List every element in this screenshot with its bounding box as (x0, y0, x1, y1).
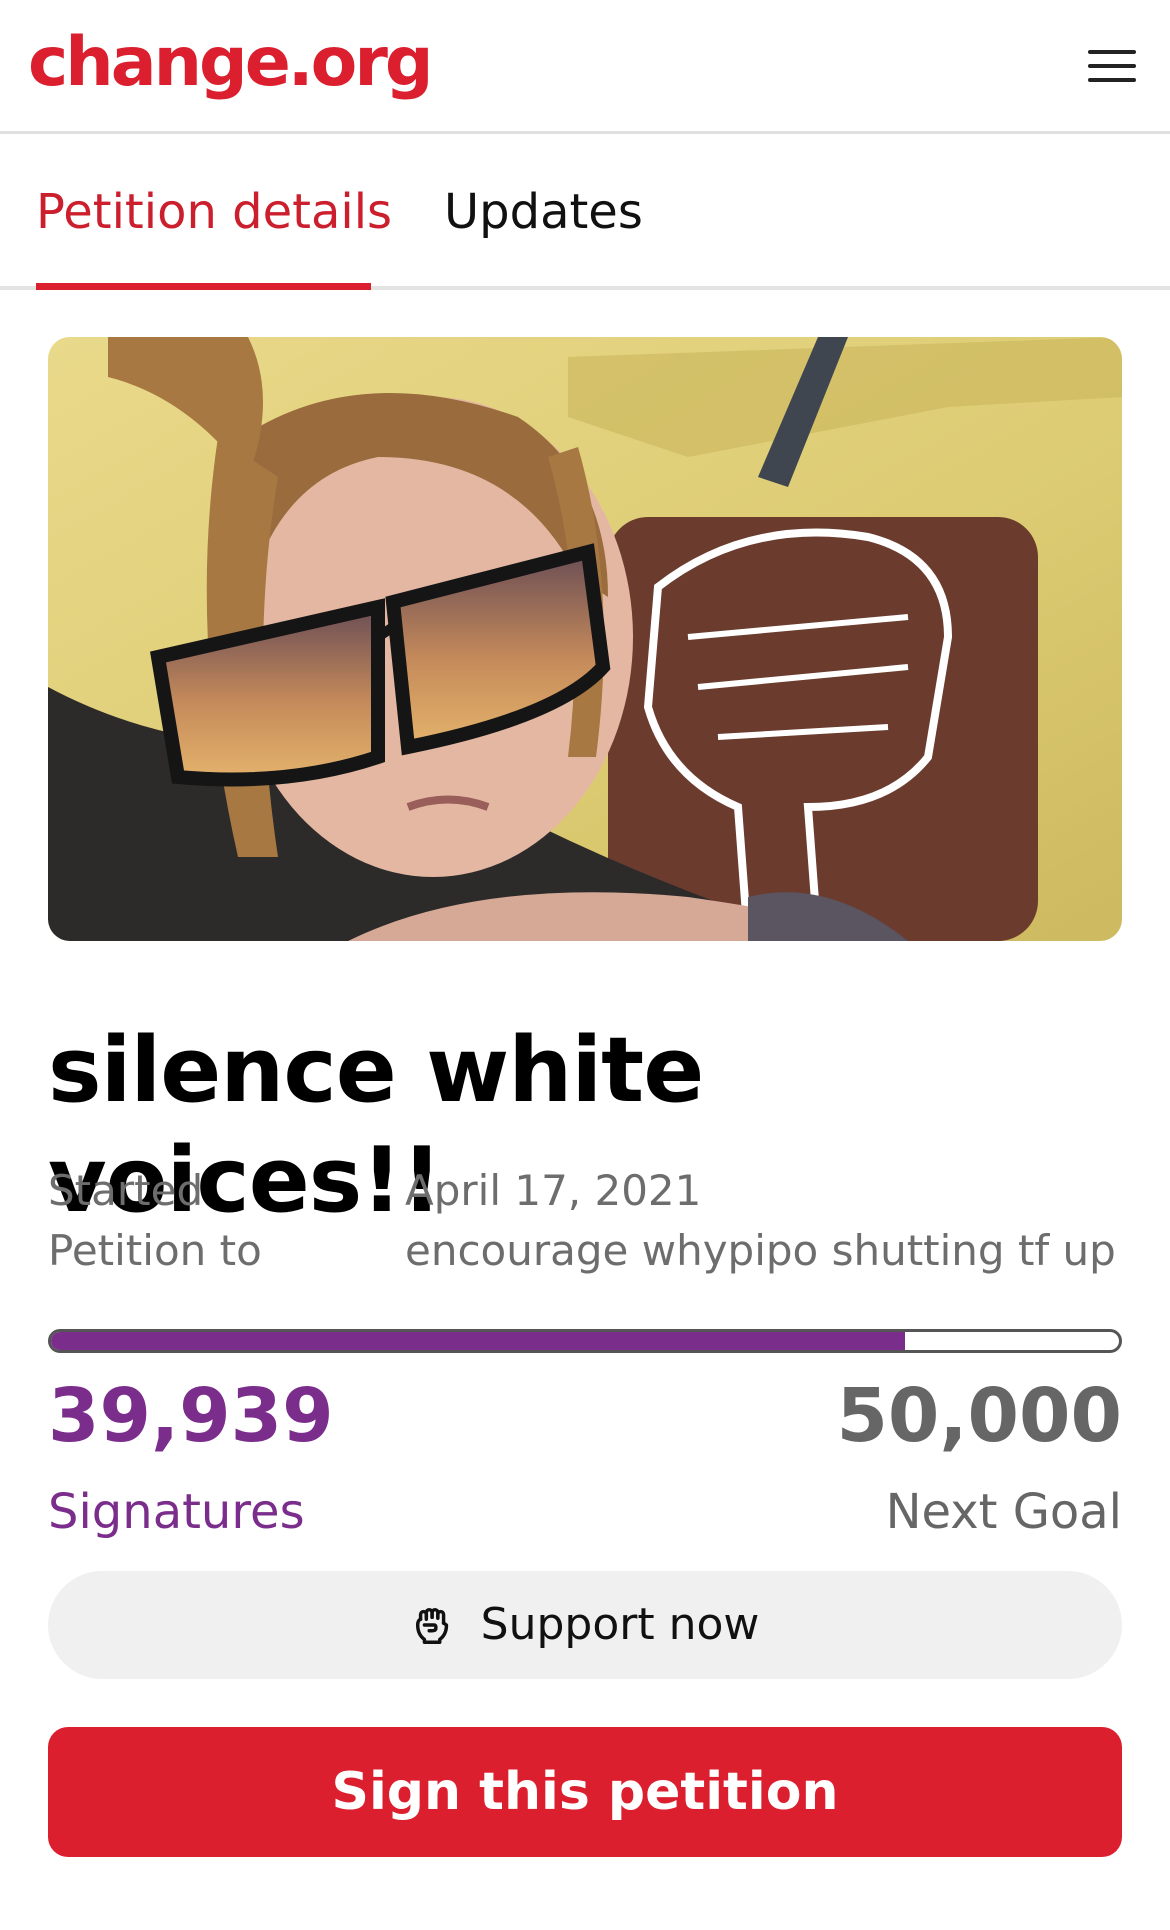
progress-fill (51, 1332, 906, 1350)
goal-count: 50,000 (836, 1373, 1122, 1459)
petition-to-label: Petition to (48, 1226, 262, 1275)
support-now-label: Support now (480, 1599, 760, 1650)
tab-updates[interactable]: Updates (444, 182, 643, 242)
petition-target: encourage whypipo shutting tf up (405, 1226, 1116, 1275)
site-header: change.org (0, 0, 1170, 134)
hamburger-menu-icon[interactable] (1084, 46, 1140, 86)
petition-image (48, 337, 1122, 941)
active-tab-indicator (36, 283, 371, 290)
started-label: Started (48, 1166, 204, 1215)
sign-petition-label: Sign this petition (331, 1762, 839, 1822)
change-org-logo[interactable]: change.org (28, 18, 434, 108)
tab-petition-details[interactable]: Petition details (36, 182, 392, 242)
signatures-label: Signatures (48, 1484, 305, 1540)
support-now-button[interactable]: Support now (48, 1571, 1122, 1679)
petition-tabs: Petition details Updates (0, 136, 1170, 290)
started-date: April 17, 2021 (405, 1166, 702, 1215)
signature-progress-bar (48, 1329, 1122, 1353)
sign-petition-button[interactable]: Sign this petition (48, 1727, 1122, 1857)
raised-fist-icon (415, 1608, 448, 1644)
signature-count: 39,939 (48, 1373, 334, 1459)
next-goal-label: Next Goal (885, 1484, 1122, 1540)
